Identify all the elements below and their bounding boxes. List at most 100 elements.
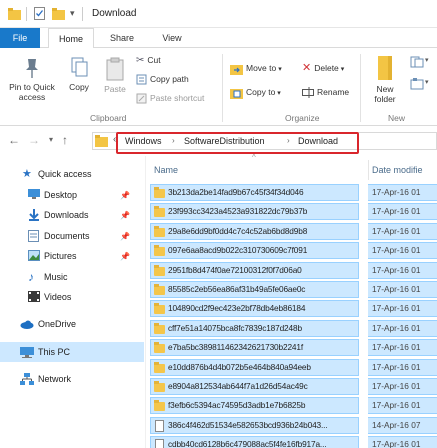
nav-item-quick-access[interactable]: ★ Quick access bbox=[0, 164, 144, 184]
column-separator[interactable] bbox=[368, 160, 369, 180]
nav-item-desktop[interactable]: Desktop 📌 bbox=[0, 185, 144, 205]
tab-file[interactable]: File bbox=[0, 28, 40, 48]
dropdown-arrow-icon[interactable]: ▾ bbox=[425, 56, 429, 64]
table-row[interactable]: 3b213da2be14fad9b67c45f34f34d046 17-Apr-1… bbox=[146, 184, 437, 202]
back-arrow-icon[interactable]: ← bbox=[8, 133, 20, 147]
pin-icon[interactable]: 📌 bbox=[120, 206, 130, 226]
table-row[interactable]: 097e6aa8acd9b022c310730609c7f091 17-Apr-1… bbox=[146, 242, 437, 260]
folder-app-icon bbox=[8, 8, 21, 20]
folder-icon bbox=[154, 400, 165, 412]
copy-label: Copy bbox=[69, 82, 89, 92]
folder-icon bbox=[154, 264, 165, 276]
folder-icon bbox=[154, 361, 165, 373]
file-date-modified: 17-Apr-16 01 bbox=[372, 264, 421, 275]
tab-home[interactable]: Home bbox=[48, 28, 94, 49]
table-row[interactable]: 386c4f462d51534e582653bcd936b24b043... 14… bbox=[146, 416, 437, 435]
pin-to-quick-access-button[interactable]: Pin to Quick access bbox=[2, 56, 62, 102]
nav-item-documents[interactable]: Documents 📌 bbox=[0, 226, 144, 246]
up-arrow-icon[interactable]: ↑ bbox=[62, 133, 68, 147]
videos-icon bbox=[28, 291, 40, 302]
pin-icon[interactable]: 📌 bbox=[120, 227, 130, 247]
delete-button[interactable]: ✕ Delete ▾ bbox=[302, 62, 344, 75]
nav-item-videos[interactable]: Videos bbox=[0, 287, 144, 307]
column-header-date-modified[interactable]: Date modifie bbox=[372, 156, 423, 184]
nav-item-network[interactable]: Network bbox=[0, 369, 144, 389]
paste-shortcut-label: Paste shortcut bbox=[150, 93, 205, 103]
folder-icon bbox=[154, 322, 165, 334]
move-to-button[interactable]: Move to ▾ bbox=[230, 62, 282, 75]
nav-item-downloads[interactable]: Downloads 📌 bbox=[0, 205, 144, 225]
new-item-icon[interactable] bbox=[410, 56, 424, 68]
paste-shortcut-button[interactable]: Paste shortcut bbox=[136, 92, 204, 105]
title-separator bbox=[82, 7, 83, 21]
column-header-name[interactable]: Name bbox=[154, 156, 178, 184]
easy-access-icon[interactable] bbox=[410, 78, 424, 90]
pin-icon[interactable]: 📌 bbox=[120, 247, 130, 267]
table-row[interactable]: 85585c2eb56ea86af31b49a5fe06ae0c 17-Apr-1… bbox=[146, 281, 437, 299]
copy-to-button[interactable]: Copy to ▾ bbox=[230, 86, 281, 99]
nav-item-music[interactable]: ♪ Music bbox=[0, 267, 144, 287]
table-row[interactable]: cff7e51a14075bca8fc7839c187d248b 17-Apr-1… bbox=[146, 319, 437, 338]
forward-arrow-icon[interactable]: → bbox=[28, 133, 40, 147]
dropdown-arrow-icon: ▾ bbox=[278, 66, 282, 73]
file-date-modified: 17-Apr-16 01 bbox=[372, 206, 421, 217]
cut-label: Cut bbox=[147, 55, 161, 65]
ribbon-tabs: File Home Share View bbox=[0, 28, 437, 49]
file-name: e8904a812534ab644f7a1d26d54ac49c bbox=[168, 381, 308, 391]
copy-path-label: Copy path bbox=[150, 74, 189, 84]
file-name: e10dd876b4d4b072b5e464b840a94eeb bbox=[168, 361, 311, 372]
file-name: 104890cd2f9ec423e2bf78db4eb86184 bbox=[168, 303, 306, 314]
new-folder-icon bbox=[378, 56, 392, 80]
group-separator bbox=[360, 54, 361, 122]
nav-item-pictures[interactable]: Pictures 📌 bbox=[0, 246, 144, 266]
table-row[interactable]: cdbb40cd6128b6c479088ac5f4fe16fb917a... 1… bbox=[146, 436, 437, 448]
nav-item-this-pc[interactable]: This PC bbox=[0, 342, 144, 362]
paste-button[interactable]: Paste bbox=[98, 56, 132, 94]
file-name: 386c4f462d51534e582653bcd936b24b043... bbox=[168, 419, 328, 430]
pin-label: access bbox=[18, 92, 46, 102]
tab-share[interactable]: Share bbox=[100, 28, 144, 48]
recent-locations-icon[interactable]: ▾ bbox=[49, 135, 53, 144]
table-row[interactable]: f3efb6c5394ac74595d3adb1e7b6825b 17-Apr-1… bbox=[146, 397, 437, 415]
nav-item-onedrive[interactable]: OneDrive bbox=[0, 314, 144, 334]
file-name: 23f993cc3423a4523a931822dc79b37b bbox=[168, 206, 308, 217]
customize-toolbar-icon[interactable]: ▾ bbox=[70, 8, 75, 19]
properties-icon[interactable] bbox=[34, 7, 45, 20]
copy-button[interactable]: Copy bbox=[62, 56, 96, 92]
dropdown-arrow-icon: ▾ bbox=[340, 66, 345, 73]
file-name: 2951fb8d474f0ae72100312f0f7d06a0 bbox=[168, 264, 302, 275]
dropdown-arrow-icon: ▾ bbox=[277, 90, 281, 97]
move-to-icon bbox=[230, 64, 243, 75]
star-icon: ★ bbox=[22, 168, 32, 180]
cut-button[interactable]: ✂ Cut bbox=[136, 54, 161, 67]
sort-ascending-icon: ^ bbox=[252, 153, 256, 162]
new-group-label: New bbox=[388, 113, 406, 123]
table-row[interactable]: e8904a812534ab644f7a1d26d54ac49c 17-Apr-1… bbox=[146, 378, 437, 396]
table-row[interactable]: 2951fb8d474f0ae72100312f0f7d06a0 17-Apr-1… bbox=[146, 261, 437, 280]
delete-label: Delete bbox=[314, 63, 339, 73]
new-folder-button[interactable]: New folder bbox=[366, 54, 404, 104]
nav-item-label: Desktop bbox=[44, 190, 78, 200]
paste-shortcut-icon bbox=[136, 93, 147, 104]
folder-icon bbox=[95, 135, 108, 147]
file-date-modified: 17-Apr-16 01 bbox=[372, 322, 421, 333]
table-row[interactable]: 23f993cc3423a4523a931822dc79b37b 17-Apr-1… bbox=[146, 203, 437, 221]
tab-view[interactable]: View bbox=[152, 28, 192, 48]
pin-icon[interactable]: 📌 bbox=[120, 186, 130, 206]
table-row[interactable]: 104890cd2f9ec423e2bf78db4eb86184 17-Apr-1… bbox=[146, 300, 437, 318]
rename-button[interactable]: Rename bbox=[302, 86, 349, 99]
file-name: 85585c2eb56ea86af31b49a5fe06ae0c bbox=[168, 284, 306, 294]
desktop-icon bbox=[28, 189, 40, 199]
table-row[interactable]: e10dd876b4d4b072b5e464b840a94eeb 17-Apr-1… bbox=[146, 358, 437, 377]
folder-icon bbox=[154, 303, 165, 315]
table-row[interactable]: e7ba5bc389811462342621730b2241f 17-Apr-16… bbox=[146, 339, 437, 357]
dropdown-arrow-icon[interactable]: ▾ bbox=[425, 78, 429, 86]
table-row[interactable]: 29a8e6dd9bf0dd4c7c4c52ab6bd8d9b8 17-Apr-1… bbox=[146, 222, 437, 241]
file-date-modified: 17-Apr-16 01 bbox=[372, 342, 421, 353]
nav-item-label: Music bbox=[44, 272, 68, 282]
nav-item-label: Network bbox=[38, 374, 72, 384]
new-folder-quick-icon[interactable] bbox=[52, 8, 65, 20]
nav-item-label: Quick access bbox=[38, 169, 92, 179]
copy-path-button[interactable]: Copy path bbox=[136, 73, 189, 86]
address-highlight-box bbox=[116, 132, 359, 154]
